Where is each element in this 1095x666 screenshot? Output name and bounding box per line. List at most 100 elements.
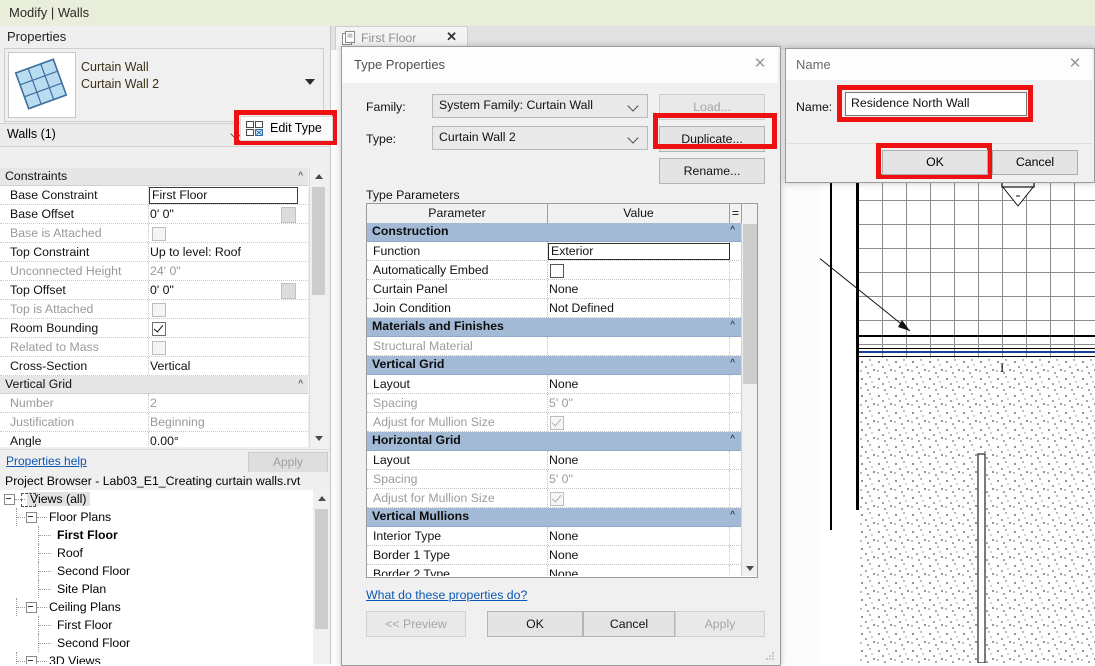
property-row[interactable]: Angle 0.00° [0,432,308,447]
type-parameters-table[interactable]: Parameter Value = Construction ^ Function E… [366,203,758,578]
resize-grip-icon[interactable] [765,651,775,661]
type-parameter-group-header[interactable]: Vertical Grid ^ [367,356,741,375]
type-parameter-group-header[interactable]: Materials and Finishes ^ [367,318,741,337]
close-icon[interactable]: ✕ [751,55,769,73]
scroll-up-arrow-icon[interactable] [310,168,327,185]
name-input[interactable]: Residence North Wall [845,92,1027,116]
close-icon[interactable]: ✕ [1066,55,1084,73]
type-parameter-value[interactable]: 5' 0" [549,472,573,486]
property-value[interactable]: 0.00° [150,434,179,447]
type-parameter-checkbox[interactable] [550,264,564,278]
type-parameter-row[interactable]: Structural Material [367,337,741,356]
tree-item-views-all[interactable]: Views (all) [0,490,312,508]
property-row[interactable]: Base is Attached [0,224,308,243]
collapse-chevron-icon[interactable]: ^ [298,171,303,182]
tree-item-first-floor[interactable]: First Floor [0,616,312,634]
tree-item-3d-views[interactable]: 3D Views [0,652,312,664]
type-parameter-row[interactable]: Curtain Panel None [367,280,741,299]
rename-button[interactable]: Rename... [659,158,765,184]
type-parameter-value[interactable]: Not Defined [549,301,614,315]
tree-item-second-floor[interactable]: Second Floor [0,634,312,652]
scroll-up-arrow-icon[interactable] [313,490,330,507]
tree-item-first-floor[interactable]: First Floor [0,526,312,544]
type-parameter-group-header[interactable]: Construction ^ [367,223,741,242]
type-parameter-value[interactable]: None [549,377,578,391]
type-parameter-value[interactable]: None [549,453,578,467]
type-properties-help-link[interactable]: What do these properties do? [366,588,527,602]
type-parameter-row[interactable]: Automatically Embed [367,261,741,280]
type-parameter-value[interactable]: 5' 0" [549,396,573,410]
property-value[interactable]: Beginning [150,415,205,429]
property-row[interactable]: Top is Attached [0,300,308,319]
type-parameters-scrollbar[interactable] [741,223,757,576]
type-parameter-row[interactable]: Spacing 5' 0" [367,394,741,413]
property-spinner[interactable] [281,207,296,223]
property-value[interactable]: First Floor [149,187,298,204]
project-browser-tree[interactable]: Views (all) Floor Plans First Floor Roof Sec… [0,490,312,664]
type-parameter-value[interactable]: None [549,567,578,576]
type-parameter-value[interactable]: Exterior [548,243,730,260]
property-group-header[interactable]: Constraints ^ [0,168,308,186]
edit-type-button[interactable]: Edit Type [240,116,333,141]
ok-button[interactable]: OK [487,611,583,637]
type-parameter-group-header[interactable]: Vertical Mullions ^ [367,508,741,527]
type-parameter-row[interactable]: Spacing 5' 0" [367,470,741,489]
tree-item-ceiling-plans[interactable]: Ceiling Plans [0,598,312,616]
type-parameter-row[interactable]: Function Exterior [367,242,741,261]
property-row[interactable]: Unconnected Height 24' 0" [0,262,308,281]
type-parameter-row[interactable]: Join Condition Not Defined [367,299,741,318]
property-row[interactable]: Justification Beginning [0,413,308,432]
dialog-apply-button[interactable]: Apply [675,611,765,637]
tree-expander-icon[interactable] [26,512,37,523]
close-icon[interactable]: ✕ [446,29,457,45]
project-browser-scrollbar[interactable] [313,490,330,664]
scrollbar-thumb[interactable] [315,509,328,629]
name-cancel-button[interactable]: Cancel [992,150,1078,175]
scroll-down-arrow-icon[interactable] [310,430,327,447]
property-row[interactable]: Base Offset 0' 0" [0,205,308,224]
tree-item-roof[interactable]: Roof [0,544,312,562]
tree-item-site-plan[interactable]: Site Plan [0,580,312,598]
type-parameter-row[interactable]: Layout None [367,451,741,470]
apply-button[interactable]: Apply [248,452,328,473]
chevron-down-icon[interactable] [305,79,315,85]
property-row[interactable]: Top Offset 0' 0" [0,281,308,300]
family-dropdown[interactable]: System Family: Curtain Wall [432,94,648,118]
property-value[interactable]: 2 [150,396,157,410]
type-parameter-row[interactable]: Border 1 Type None [367,546,741,565]
scrollbar-thumb[interactable] [743,224,757,384]
type-parameter-row[interactable]: Interior Type None [367,527,741,546]
properties-help-link[interactable]: Properties help [6,454,87,468]
type-parameter-row[interactable]: Layout None [367,375,741,394]
type-parameter-row[interactable]: Adjust for Mullion Size [367,489,741,508]
property-row[interactable]: Related to Mass [0,338,308,357]
name-ok-button[interactable]: OK [882,150,988,175]
type-parameter-value[interactable]: None [549,548,578,562]
property-group-header[interactable]: Vertical Grid ^ [0,376,308,394]
properties-scrollbar[interactable] [309,168,327,447]
property-value[interactable]: Vertical [150,359,190,373]
property-value[interactable]: 0' 0" [150,207,174,221]
preview-button[interactable]: << Preview [366,611,466,637]
collapse-chevron-icon[interactable]: ^ [730,225,735,236]
property-row[interactable]: Room Bounding [0,319,308,338]
property-value[interactable]: 24' 0" [150,264,181,278]
type-parameter-value[interactable]: None [549,529,578,543]
tree-item-second-floor[interactable]: Second Floor [0,562,312,580]
tree-expander-icon[interactable] [26,602,37,613]
collapse-chevron-icon[interactable]: ^ [730,358,735,369]
selected-wall-highlight[interactable] [859,351,1095,353]
property-row[interactable]: Cross-Section Vertical [0,357,308,376]
property-row[interactable]: Number 2 [0,394,308,413]
cancel-button[interactable]: Cancel [583,611,675,637]
type-parameter-row[interactable]: Adjust for Mullion Size [367,413,741,432]
collapse-chevron-icon[interactable]: ^ [298,379,303,390]
tree-expander-icon[interactable] [4,494,15,505]
collapse-chevron-icon[interactable]: ^ [730,510,735,521]
property-row[interactable]: Top Constraint Up to level: Roof [0,243,308,262]
property-row[interactable]: Base Constraint First Floor [0,186,308,205]
tree-expander-icon[interactable] [26,656,37,664]
tree-item-floor-plans[interactable]: Floor Plans [0,508,312,526]
type-parameter-value[interactable]: None [549,282,578,296]
type-parameter-row[interactable]: Border 2 Type None [367,565,741,576]
